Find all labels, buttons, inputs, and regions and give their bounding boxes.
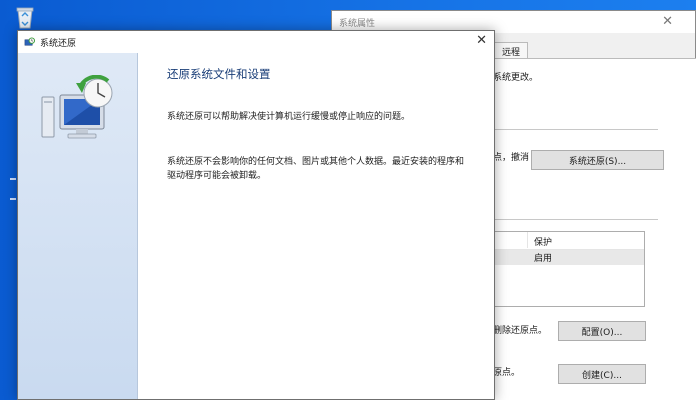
list-header-protection: 保护 [534,238,553,248]
undo-text: 点，撤消 [493,153,530,163]
system-restore-titlebar: 系统还原 ✕ [18,31,494,53]
tab-remote-label: 远程 [502,47,521,58]
list-item[interactable]: 启用 [494,250,644,265]
list-header: 保护 [494,232,644,250]
desktop-edge-mark [10,198,16,200]
protection-status: 启用 [534,254,553,264]
description-text: 系统还原可以帮助解决使计算机运行缓慢或停止响应的问题。 [167,112,411,122]
system-changes-text: 系统更改。 [493,73,539,83]
notice-text-line1: 系统还原不会影响你的任何文档、图片或其他个人数据。最近安装的程序和 [167,157,465,167]
close-icon[interactable]: ✕ [662,14,673,29]
separator [493,129,658,130]
system-restore-content: 还原系统文件和设置 系统还原可以帮助解决使计算机运行缓慢或停止响应的问题。 系统… [138,53,494,399]
create-button-label: 创建(C)... [582,370,622,381]
tab-remote[interactable]: 远程 [494,42,529,59]
system-properties-title: 系统属性 [339,18,376,29]
separator [493,219,658,220]
configure-button[interactable]: 配置(O)... [558,321,646,341]
protection-settings-list[interactable]: 保护 启用 [493,231,645,307]
delete-points-text: 删除还原点。 [493,326,548,336]
system-protection-panel [482,58,696,400]
create-button[interactable]: 创建(C)... [558,364,646,384]
system-restore-icon [24,36,35,46]
desktop-edge-mark [10,178,16,180]
page-title: 还原系统文件和设置 [167,67,271,81]
system-restore-window: 系统还原 ✕ 还原系统文件和设置 系统还原可以帮助解决使计算机运行缓慢或停止响应… [17,30,495,400]
close-icon[interactable]: ✕ [476,33,487,48]
configure-button-label: 配置(O)... [581,327,623,338]
restore-point-text: 原点。 [493,368,521,378]
recycle-bin-icon[interactable] [12,4,38,30]
system-restore-computer-icon [41,75,113,139]
system-restore-button-label: 系统还原(S)... [568,156,627,167]
desktop: 系统属性 ✕ 远程 系统更改。 点，撤消 系统还原(S)... 保护 启用 删除… [0,0,696,400]
system-restore-title: 系统还原 [40,38,77,49]
system-restore-sidebar [18,53,138,399]
notice-text-line2: 驱动程序可能会被卸载。 [167,171,267,181]
system-restore-button[interactable]: 系统还原(S)... [531,150,664,170]
